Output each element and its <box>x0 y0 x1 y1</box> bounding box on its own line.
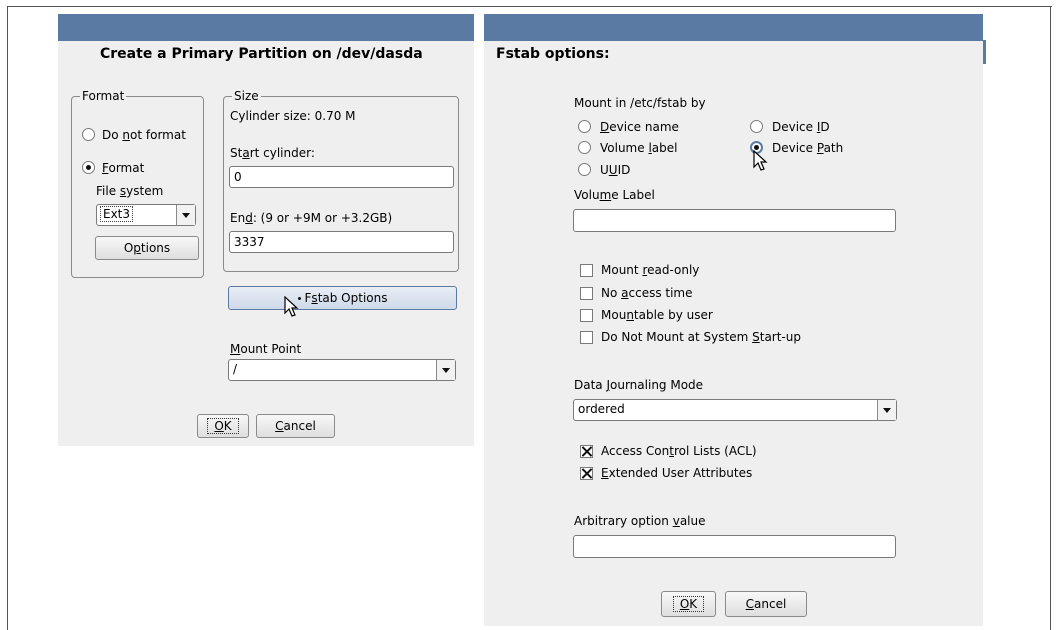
fstab-options-button[interactable]: Fstab Options <box>228 286 457 310</box>
acl-label[interactable]: Access Control Lists (ACL) <box>601 444 757 458</box>
cancel-button[interactable]: Cancel <box>725 591 807 617</box>
mouse-pointer-icon <box>753 150 768 171</box>
uuid-label[interactable]: UUID <box>600 163 630 177</box>
mountable-by-user-label[interactable]: Mountable by user <box>601 308 713 322</box>
read-only-checkbox[interactable] <box>580 264 593 277</box>
create-partition-dialog: Create a Primary Partition on /dev/dasda… <box>58 14 474 446</box>
size-group-legend: Size <box>232 89 261 103</box>
mouse-pointer-icon <box>284 296 299 317</box>
no-access-time-checkbox[interactable] <box>580 287 593 300</box>
mount-by-label: Mount in /etc/fstab by <box>574 96 706 110</box>
no-access-time-label[interactable]: No access time <box>601 286 693 300</box>
options-button[interactable]: Options <box>95 236 199 260</box>
journal-mode-select[interactable]: ordered <box>573 399 897 421</box>
start-cylinder-label: Start cylinder: <box>230 146 315 160</box>
file-system-label: File system <box>96 184 164 198</box>
mountable-by-user-checkbox[interactable] <box>580 309 593 322</box>
cancel-button[interactable]: Cancel <box>256 414 335 438</box>
arbitrary-option-input[interactable] <box>573 535 896 558</box>
volume-label-input[interactable] <box>573 209 896 232</box>
fstab-options-dialog: Fstab options: Mount in /etc/fstab by De… <box>484 14 983 626</box>
do-not-mount-label[interactable]: Do Not Mount at System Start-up <box>601 330 801 344</box>
screenshot-frame-right <box>1050 6 1051 630</box>
ok-button[interactable]: OK <box>197 414 249 438</box>
cylinder-size-text: Cylinder size: 0.70 M <box>230 109 356 123</box>
device-name-radio[interactable] <box>578 120 591 133</box>
dialog-title: Fstab options: <box>496 46 610 62</box>
format-label[interactable]: Format <box>102 161 144 175</box>
dialog-titlebar <box>484 14 983 41</box>
do-not-format-radio[interactable] <box>82 128 95 141</box>
background-window-edge <box>983 40 986 64</box>
uuid-radio[interactable] <box>578 163 591 176</box>
volume-label-field-label: Volume Label <box>574 188 655 202</box>
end-cylinder-input[interactable]: 3337 <box>229 231 454 253</box>
dialog-title: Create a Primary Partition on /dev/dasda <box>100 46 423 62</box>
volume-label-radio[interactable] <box>578 141 591 154</box>
file-system-select[interactable]: Ext3 <box>96 204 196 226</box>
dialog-titlebar <box>58 14 474 41</box>
extended-attributes-label[interactable]: Extended User Attributes <box>601 466 752 480</box>
format-group-legend: Format <box>80 89 127 103</box>
mount-point-combo[interactable]: / <box>228 359 456 381</box>
device-id-radio[interactable] <box>750 120 763 133</box>
do-not-format-label[interactable]: Do not format <box>102 128 186 142</box>
end-cylinder-label: End: (9 or +9M or +3.2GB) <box>230 211 393 225</box>
chevron-down-icon[interactable] <box>436 360 455 380</box>
mount-point-value: / <box>233 362 238 376</box>
do-not-mount-checkbox[interactable] <box>580 331 593 344</box>
acl-checkbox[interactable] <box>580 445 593 458</box>
mount-point-label: Mount Point <box>230 342 302 356</box>
format-radio[interactable] <box>82 161 95 174</box>
arbitrary-option-label: Arbitrary option value <box>574 514 706 528</box>
chevron-down-icon[interactable] <box>877 400 896 420</box>
start-cylinder-input[interactable]: 0 <box>229 166 454 188</box>
volume-label-radio-label[interactable]: Volume label <box>600 141 677 155</box>
read-only-label[interactable]: Mount read-only <box>601 263 699 277</box>
file-system-value: Ext3 <box>99 206 134 222</box>
extended-attributes-checkbox[interactable] <box>580 467 593 480</box>
device-path-label[interactable]: Device Path <box>772 141 843 155</box>
journal-mode-value: ordered <box>578 402 625 416</box>
device-name-label[interactable]: Device name <box>600 120 679 134</box>
journal-mode-label: Data Journaling Mode <box>574 378 704 392</box>
device-id-label[interactable]: Device ID <box>772 120 830 134</box>
ok-button[interactable]: OK <box>661 591 716 617</box>
chevron-down-icon[interactable] <box>176 205 195 225</box>
